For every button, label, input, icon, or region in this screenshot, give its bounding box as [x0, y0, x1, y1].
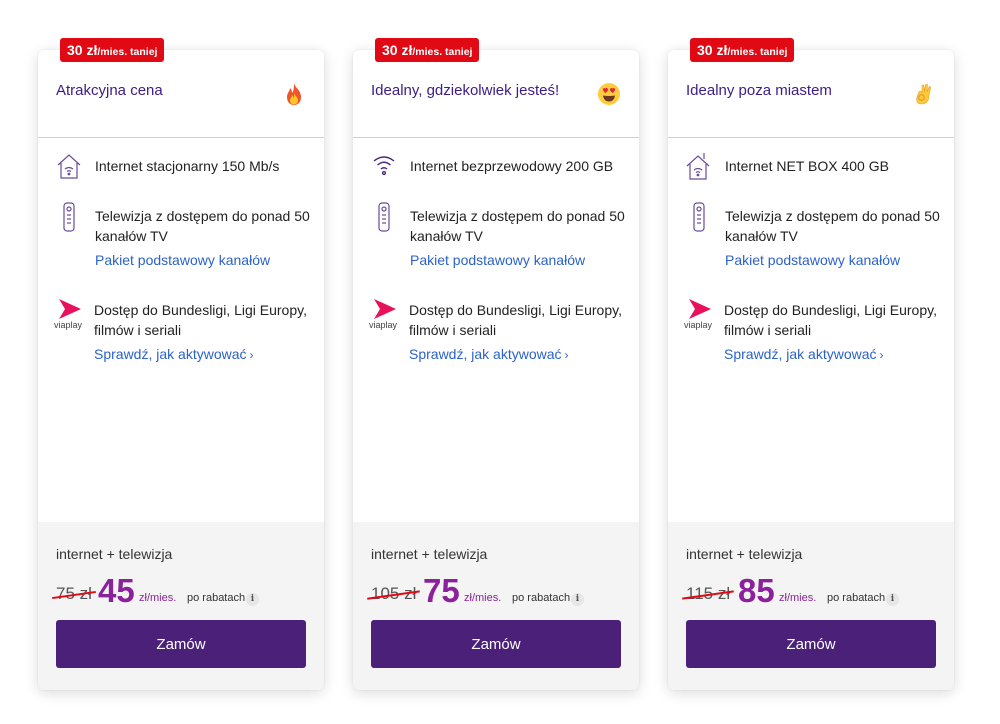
order-button[interactable]: Zamów	[371, 620, 621, 668]
viaplay-text: Dostęp do Bundesligi, Ligi Europy, filmó…	[724, 302, 937, 338]
channel-package-link[interactable]: Pakiet podstawowy kanałów	[95, 252, 270, 268]
price-footer: internet + telewizja 75 zł 45 zł/mies. p…	[38, 522, 324, 690]
house-wifi-icon	[57, 154, 81, 179]
internet-text: Internet stacjonarny 150 Mb/s	[95, 158, 280, 174]
remote-control-icon	[693, 202, 705, 232]
price-unit: zł/mies.	[464, 592, 502, 604]
tv-text: Telewizja z dostępem do ponad 50 kanałów…	[725, 208, 940, 244]
offer-card: 30 zł/mies. taniej Idealny, gdziekolwiek…	[353, 38, 639, 690]
viaplay-logo: viaplay	[54, 298, 88, 330]
card-header: Idealny, gdziekolwiek jesteś!	[353, 50, 639, 138]
activate-link-label: Sprawdź, jak aktywować	[409, 346, 562, 362]
heart-eyes-emoji-icon	[598, 83, 620, 105]
activate-link[interactable]: Sprawdź, jak aktywować ›	[94, 346, 254, 362]
internet-text: Internet bezprzewodowy 200 GB	[410, 158, 614, 174]
chevron-right-icon: ›	[879, 348, 884, 362]
wifi-icon	[373, 156, 395, 176]
card-title: Atrakcyjna cena	[56, 82, 163, 99]
fire-emoji-icon	[287, 83, 301, 105]
card-header: Idealny poza miastem	[668, 50, 954, 138]
price-footer: internet + telewizja 105 zł 75 zł/mies. …	[353, 522, 639, 690]
chevron-right-icon: ›	[249, 348, 254, 362]
internet-text: Internet NET BOX 400 GB	[725, 158, 889, 174]
viaplay-text: Dostęp do Bundesligi, Ligi Europy, filmó…	[409, 302, 622, 338]
viaplay-logo: viaplay	[369, 298, 403, 330]
ok-hand-emoji-icon	[916, 83, 932, 105]
activate-link[interactable]: Sprawdź, jak aktywować ›	[409, 346, 569, 362]
viaplay-logo: viaplay	[684, 298, 718, 330]
order-button[interactable]: Zamów	[686, 620, 936, 668]
remote-control-icon	[63, 202, 75, 232]
plan-name: internet + telewizja	[56, 546, 173, 562]
activate-link-label: Sprawdź, jak aktywować	[724, 346, 877, 362]
card-title: Idealny poza miastem	[686, 82, 832, 99]
price-unit: zł/mies.	[779, 592, 817, 604]
viaplay-play-icon	[374, 299, 396, 319]
offer-card: 30 zł/mies. taniej Idealny poza miastem …	[668, 38, 954, 690]
remote-control-icon	[378, 202, 390, 232]
after-discounts-label: po rabatach	[512, 592, 571, 604]
plan-name: internet + telewizja	[371, 546, 488, 562]
card-header: Atrakcyjna cena	[38, 50, 324, 138]
chevron-right-icon: ›	[564, 348, 569, 362]
activate-link[interactable]: Sprawdź, jak aktywować ›	[724, 346, 884, 362]
viaplay-logo-text: viaplay	[54, 320, 83, 330]
viaplay-text: Dostęp do Bundesligi, Ligi Europy, filmó…	[94, 302, 307, 338]
old-price: 115 zł	[682, 584, 734, 604]
viaplay-play-icon	[59, 299, 81, 319]
info-icon[interactable]: i	[886, 593, 899, 606]
after-discounts-label: po rabatach	[827, 592, 886, 604]
offer-card: 30 zł/mies. taniej Atrakcyjna cena Inter…	[38, 38, 324, 690]
viaplay-logo-text: viaplay	[369, 320, 398, 330]
card-title: Idealny, gdziekolwiek jesteś!	[371, 82, 560, 99]
tv-text: Telewizja z dostępem do ponad 50 kanałów…	[95, 208, 310, 244]
price-footer: internet + telewizja 115 zł 85 zł/mies. …	[668, 522, 954, 690]
house-antenna-icon	[686, 153, 710, 180]
old-price: 75 zł	[52, 584, 96, 604]
viaplay-logo-text: viaplay	[684, 320, 713, 330]
new-price: 45	[98, 572, 135, 609]
info-icon[interactable]: i	[246, 593, 259, 606]
activate-link-label: Sprawdź, jak aktywować	[94, 346, 247, 362]
channel-package-link[interactable]: Pakiet podstawowy kanałów	[725, 252, 900, 268]
price-unit: zł/mies.	[139, 592, 177, 604]
tv-text: Telewizja z dostępem do ponad 50 kanałów…	[410, 208, 625, 244]
old-price: 105 zł	[367, 584, 421, 604]
plan-name: internet + telewizja	[686, 546, 803, 562]
order-button[interactable]: Zamów	[56, 620, 306, 668]
after-discounts-label: po rabatach	[187, 592, 246, 604]
new-price: 75	[423, 572, 460, 609]
info-icon[interactable]: i	[571, 593, 584, 606]
viaplay-play-icon	[689, 299, 711, 319]
new-price: 85	[738, 572, 775, 609]
channel-package-link[interactable]: Pakiet podstawowy kanałów	[410, 252, 585, 268]
